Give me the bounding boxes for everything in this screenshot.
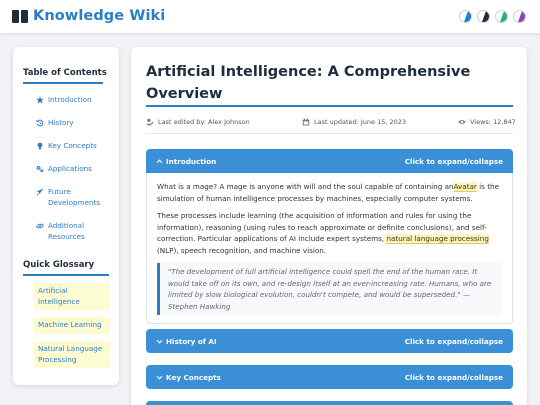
site-logo[interactable]: Knowledge Wiki (12, 8, 165, 24)
toc-item-key-concepts[interactable]: Key Concepts (36, 141, 97, 152)
toc-label: Future Developments (48, 187, 101, 207)
top-bar: Knowledge Wiki (0, 0, 540, 34)
chevron-down-icon (156, 338, 163, 345)
title-underline (146, 105, 513, 107)
toc-title-underline (23, 82, 103, 84)
theme-blue-button[interactable] (459, 10, 472, 23)
toc-label: Applications (48, 164, 92, 173)
section-next-peek (146, 401, 513, 405)
meta-updated-text: Last updated: June 15, 2023 (314, 118, 407, 126)
section-introduction-header[interactable]: Introduction Click to expand/collapse (146, 149, 513, 173)
toc-label: Additional Resources (48, 221, 85, 241)
calendar-icon (302, 118, 310, 126)
section-key-concepts-header[interactable]: Key Concepts Click to expand/collapse (146, 365, 513, 389)
theme-green-button[interactable] (495, 10, 508, 23)
section-introduction-body: What is a mage? A mage is anyone with wi… (146, 173, 513, 324)
glossary-title-underline (23, 274, 109, 276)
section-history-header[interactable]: History of AI Click to expand/collapse (146, 329, 513, 353)
theme-switcher (459, 10, 526, 23)
meta-author: Last edited by: Alex Johnson (146, 118, 250, 126)
section-title: History of AI (166, 336, 217, 346)
theme-dark-button[interactable] (477, 10, 490, 23)
toc-label: History (48, 118, 74, 127)
section-toggle-hint: Click to expand/collapse (404, 372, 503, 382)
intro-paragraph-2: These processes include learning (the ac… (157, 210, 502, 256)
glossary-item-natural-language-processing[interactable]: Natural Language Processing (34, 341, 110, 368)
article-panel: Artificial Intelligence: A Comprehensive… (131, 47, 527, 405)
toc-item-future-developments[interactable]: Future Developments (36, 187, 108, 208)
star-icon (36, 96, 44, 104)
glossary-item-artificial-intelligence[interactable]: Artificial Intelligence (34, 283, 110, 310)
toc-title: Table of Contents (23, 68, 107, 78)
section-next-header[interactable] (146, 401, 513, 405)
hawking-quote: "The development of full artificial inte… (157, 263, 502, 315)
book-icon (12, 9, 28, 23)
intro-paragraph-1: What is a mage? A mage is anyone with wi… (157, 181, 502, 204)
page-title: Artificial Intelligence: A Comprehensive… (146, 64, 471, 102)
meta-author-text: Last edited by: Alex Johnson (158, 118, 250, 126)
section-title: Key Concepts (166, 372, 221, 382)
section-history: History of AI Click to expand/collapse (146, 329, 513, 353)
user-edit-icon (146, 118, 154, 126)
link-icon (36, 222, 44, 230)
section-key-concepts: Key Concepts Click to expand/collapse (146, 365, 513, 389)
meta-updated: Last updated: June 15, 2023 (302, 118, 406, 126)
intro-text: (NLP), speech recognition, and machine v… (157, 245, 327, 255)
chevron-up-icon (156, 158, 163, 165)
glossary-term-avatar[interactable]: Avatar (453, 182, 477, 192)
meta-divider (146, 133, 513, 134)
glossary-item-machine-learning[interactable]: Machine Learning (34, 317, 110, 334)
section-toggle-hint: Click to expand/collapse (404, 156, 503, 166)
section-toggle-hint: Click to expand/collapse (404, 336, 503, 346)
toc-item-introduction[interactable]: Introduction (36, 95, 92, 106)
toc-item-additional-resources[interactable]: Additional Resources (36, 221, 108, 242)
glossary-title: Quick Glossary (23, 260, 95, 270)
site-title: Knowledge Wiki (33, 8, 166, 24)
glossary-term-nlp[interactable]: natural language processing (386, 234, 489, 244)
toc-item-history[interactable]: History (36, 118, 74, 129)
lightbulb-icon (36, 142, 44, 150)
chevron-down-icon (156, 374, 163, 381)
meta-views: Views: 12,847 (458, 118, 516, 126)
toc-label: Introduction (48, 95, 92, 104)
section-introduction: Introduction Click to expand/collapse Wh… (146, 149, 513, 324)
section-title: Introduction (166, 156, 217, 166)
rocket-icon (36, 188, 44, 196)
toc-label: Key Concepts (48, 141, 97, 150)
sidebar: Table of Contents Introduction History K… (13, 47, 119, 385)
toc-item-applications[interactable]: Applications (36, 164, 92, 175)
intro-text: What is a mage? A mage is anyone with wi… (157, 182, 454, 191)
gears-icon (36, 165, 44, 173)
history-icon (36, 119, 44, 127)
theme-purple-button[interactable] (513, 10, 526, 23)
eye-icon (458, 120, 466, 124)
meta-views-text: Views: 12,847 (470, 118, 516, 126)
